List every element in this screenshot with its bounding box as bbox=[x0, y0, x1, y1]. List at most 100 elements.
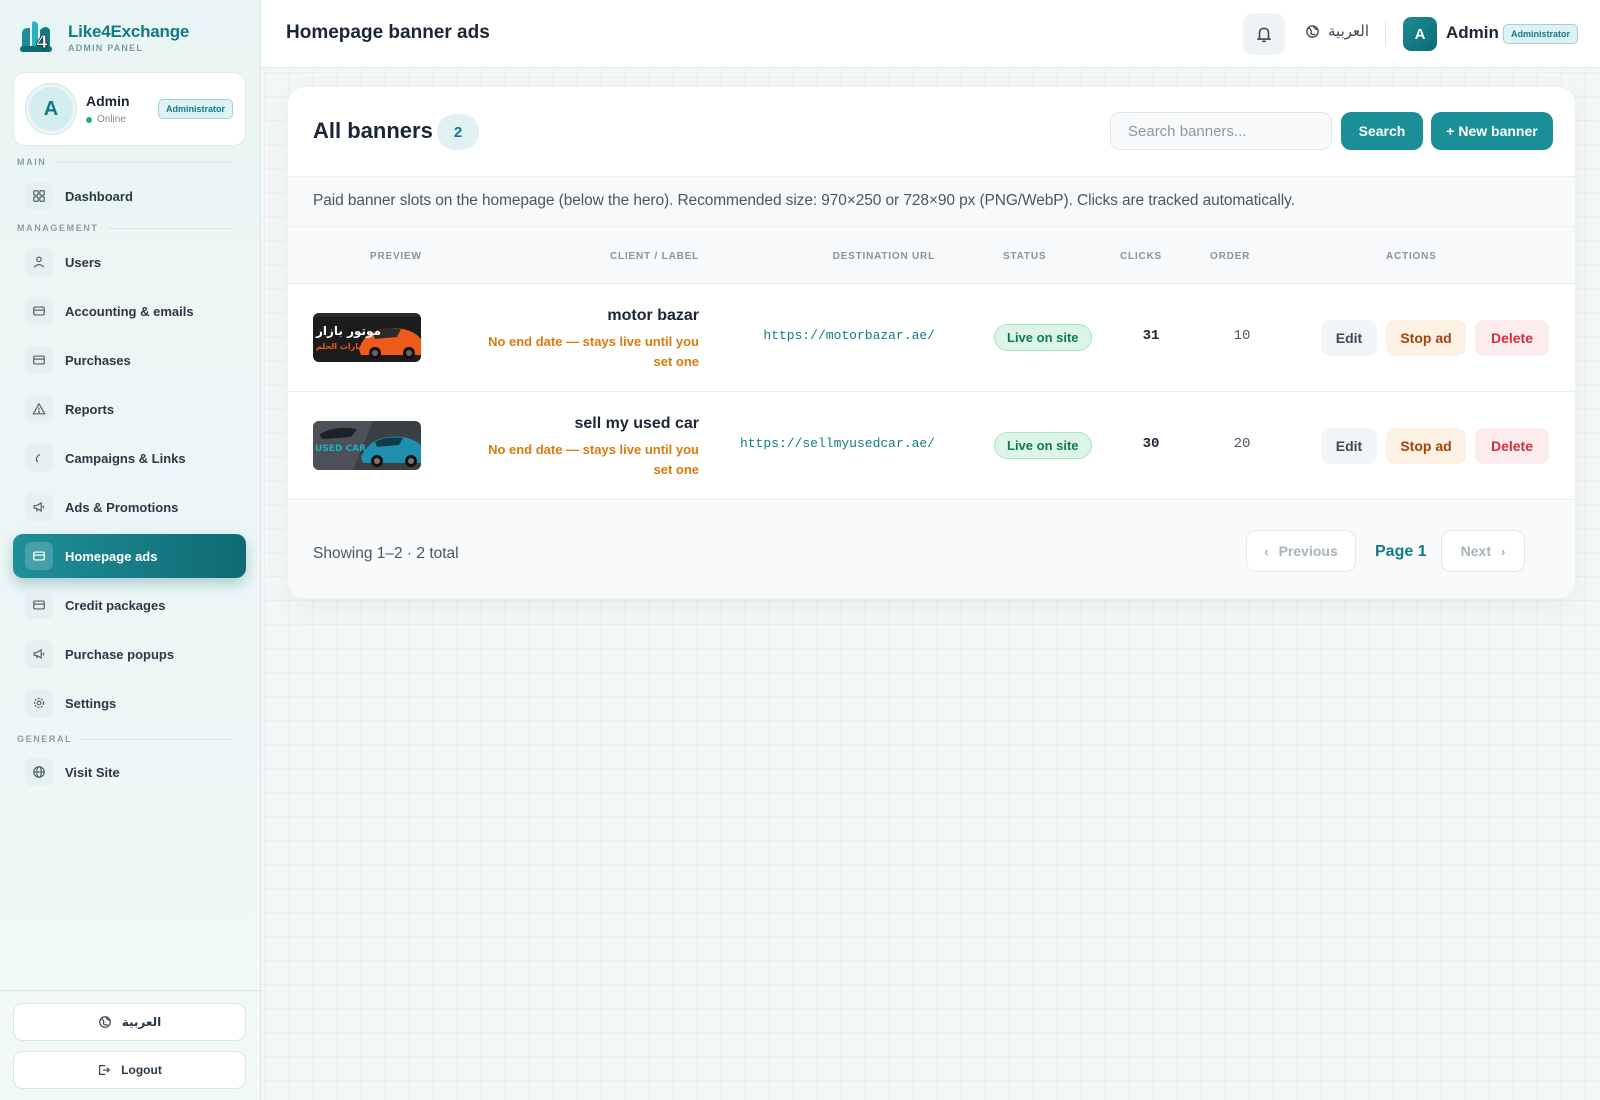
brand[interactable]: 4 Like4Exchange ADMIN PANEL bbox=[16, 16, 189, 58]
clicks-value: 30 bbox=[1142, 436, 1160, 452]
nav-section-management: MANAGEMENT bbox=[17, 223, 232, 233]
sidebar-item-label: Users bbox=[65, 254, 102, 270]
sidebar-item-purchase-popups[interactable]: Purchase popups bbox=[13, 632, 246, 676]
banner-thumbnail[interactable]: موتور بازار سيارات الحلم bbox=[313, 313, 421, 362]
page-title: Homepage banner ads bbox=[286, 22, 490, 43]
order-value: 10 bbox=[1233, 328, 1251, 344]
status-badge: Live on site bbox=[994, 432, 1092, 459]
next-page-button[interactable]: Next › bbox=[1441, 530, 1525, 572]
globe-icon bbox=[98, 1016, 111, 1028]
profile-card[interactable]: A Admin Online Administrator bbox=[13, 72, 246, 146]
table-row: USED CAR sell my used car No end date — … bbox=[288, 391, 1575, 499]
logout-button[interactable]: Logout bbox=[13, 1051, 246, 1089]
svg-text:موتور بازار: موتور بازار bbox=[315, 324, 381, 339]
megaphone-icon bbox=[25, 493, 53, 521]
bell-icon bbox=[1256, 27, 1272, 43]
end-date-note: No end date — stays live until you set o… bbox=[488, 334, 699, 369]
card-icon bbox=[25, 542, 53, 570]
sidebar-item-campaigns[interactable]: Campaigns & Links bbox=[13, 436, 246, 480]
banner-count-badge: 2 bbox=[437, 114, 479, 150]
table-row: موتور بازار سيارات الحلم motor bazar No … bbox=[288, 283, 1575, 391]
stop-ad-button[interactable]: Stop ad bbox=[1386, 428, 1466, 464]
chevron-right-icon: › bbox=[1501, 543, 1506, 559]
column-header-clicks: CLICKS bbox=[1120, 251, 1163, 262]
next-label: Next bbox=[1460, 543, 1491, 559]
logout-icon bbox=[99, 1065, 111, 1075]
sidebar-footer bbox=[0, 990, 261, 991]
current-page: Page 1 bbox=[1375, 543, 1427, 560]
previous-page-button[interactable]: ‹ Previous bbox=[1246, 530, 1356, 572]
grid-icon bbox=[25, 182, 53, 210]
sidebar-item-credit-packages[interactable]: Credit packages bbox=[13, 583, 246, 627]
banners-card: All banners 2 Search + New banner Paid b… bbox=[287, 86, 1576, 599]
column-header-preview: PREVIEW bbox=[370, 251, 422, 262]
sidebar-item-label: Credit packages bbox=[65, 597, 166, 613]
svg-text:4: 4 bbox=[36, 32, 49, 53]
sidebar-item-accounting[interactable]: Accounting & emails bbox=[13, 289, 246, 333]
topbar-divider bbox=[1385, 22, 1386, 46]
sidebar-item-purchases[interactable]: Purchases bbox=[13, 338, 246, 382]
edit-button[interactable]: Edit bbox=[1321, 428, 1377, 464]
sidebar-item-label: Settings bbox=[65, 695, 117, 711]
destination-url-link[interactable]: https://motorbazar.ae/ bbox=[763, 328, 935, 343]
sidebar-item-label: Homepage ads bbox=[65, 548, 158, 564]
profile-status-label: Online bbox=[97, 114, 126, 125]
client-name: motor bazar bbox=[607, 307, 699, 324]
order-value: 20 bbox=[1233, 436, 1251, 452]
link-icon bbox=[25, 444, 53, 472]
notifications-button[interactable] bbox=[1243, 13, 1285, 55]
sidebar: 4 Like4Exchange ADMIN PANEL A Admin Onli… bbox=[0, 0, 261, 1100]
nav-section-main: MAIN bbox=[17, 157, 232, 167]
sidebar-item-label: Ads & Promotions bbox=[65, 499, 179, 515]
sidebar-item-reports[interactable]: Reports bbox=[13, 387, 246, 431]
column-header-order: ORDER bbox=[1210, 251, 1251, 262]
column-header-url: DESTINATION URL bbox=[832, 251, 935, 262]
delete-button[interactable]: Delete bbox=[1475, 320, 1549, 356]
sidebar-item-visit-site[interactable]: Visit Site bbox=[13, 750, 246, 794]
card-icon bbox=[25, 346, 53, 374]
logout-label: Logout bbox=[121, 1063, 162, 1077]
sidebar-language-button[interactable]: العربية bbox=[13, 1003, 246, 1041]
end-date-note: No end date — stays live until you set o… bbox=[488, 442, 699, 477]
sidebar-item-label: Purchase popups bbox=[65, 646, 175, 662]
sidebar-item-label: Accounting & emails bbox=[65, 303, 194, 319]
sidebar-item-settings[interactable]: Settings bbox=[13, 681, 246, 725]
brand-name: Like4Exchange bbox=[68, 21, 190, 41]
online-dot-icon bbox=[86, 116, 92, 123]
banner-thumbnail[interactable]: USED CAR bbox=[313, 421, 421, 470]
topbar: Homepage banner ads العربية A Admin Admi… bbox=[261, 0, 1600, 68]
sidebar-item-ads-promotions[interactable]: Ads & Promotions bbox=[13, 485, 246, 529]
user-avatar[interactable]: A bbox=[1403, 17, 1437, 51]
card-icon bbox=[25, 297, 53, 325]
profile-status: Online bbox=[86, 114, 130, 125]
user-role-badge: Administrator bbox=[1503, 24, 1579, 44]
new-banner-button[interactable]: + New banner bbox=[1431, 112, 1553, 150]
sidebar-item-label: Visit Site bbox=[65, 764, 120, 780]
column-header-status: STATUS bbox=[1003, 251, 1047, 262]
destination-url-link[interactable]: https://sellmyusedcar.ae/ bbox=[740, 436, 935, 451]
gear-icon bbox=[25, 689, 53, 717]
stop-ad-button[interactable]: Stop ad bbox=[1386, 320, 1466, 356]
delete-button[interactable]: Delete bbox=[1475, 428, 1549, 464]
sidebar-item-dashboard[interactable]: Dashboard bbox=[13, 174, 246, 218]
brand-logo-icon: 4 bbox=[16, 16, 58, 58]
table-header: PREVIEW CLIENT / LABEL DESTINATION URL S… bbox=[288, 226, 1575, 283]
search-input[interactable] bbox=[1110, 112, 1332, 150]
language-switch[interactable]: العربية bbox=[1305, 22, 1369, 40]
search-button[interactable]: Search bbox=[1341, 112, 1423, 150]
clicks-value: 31 bbox=[1142, 328, 1160, 344]
alert-triangle-icon bbox=[25, 395, 53, 423]
user-name[interactable]: Admin bbox=[1446, 23, 1499, 43]
status-badge: Live on site bbox=[994, 324, 1092, 351]
users-icon bbox=[25, 248, 53, 276]
svg-text:سيارات الحلم: سيارات الحلم bbox=[316, 342, 369, 351]
sidebar-item-users[interactable]: Users bbox=[13, 240, 246, 284]
sidebar-item-label: Campaigns & Links bbox=[65, 450, 186, 466]
chevron-left-icon: ‹ bbox=[1264, 543, 1269, 559]
edit-button[interactable]: Edit bbox=[1321, 320, 1377, 356]
sidebar-item-label: Reports bbox=[65, 401, 115, 417]
sidebar-item-homepage-ads[interactable]: Homepage ads bbox=[13, 534, 246, 578]
globe-icon bbox=[1306, 24, 1319, 38]
card-icon bbox=[25, 591, 53, 619]
sidebar-item-label: Dashboard bbox=[65, 188, 133, 204]
